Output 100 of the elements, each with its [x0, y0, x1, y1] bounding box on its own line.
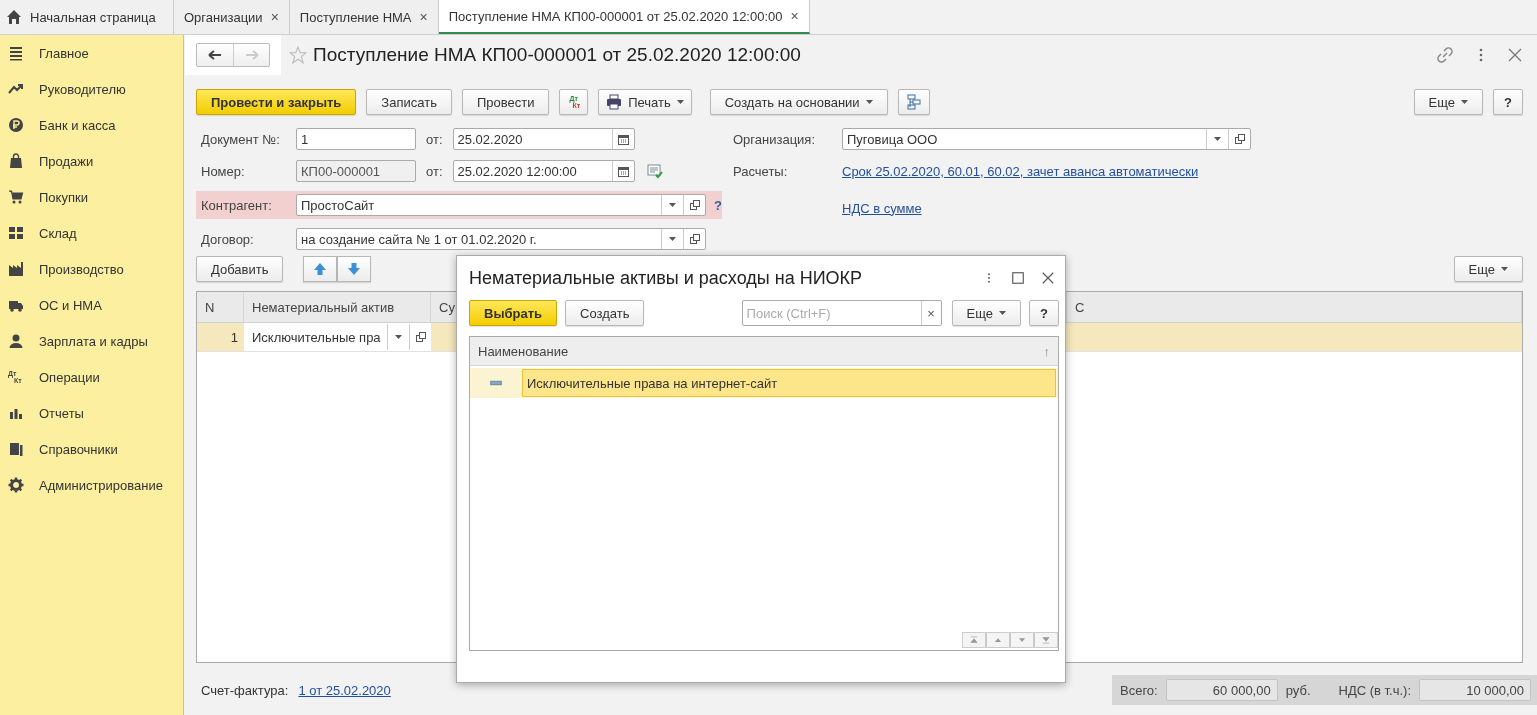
vat-field: 10 000,00: [1419, 679, 1531, 701]
sidebar-item[interactable]: Главное: [0, 35, 183, 71]
hierarchy-icon: [905, 94, 922, 110]
last-button[interactable]: [1034, 632, 1058, 648]
structure-button[interactable]: [897, 89, 930, 115]
add-button[interactable]: Добавить: [196, 256, 284, 282]
sidebar-item[interactable]: Отчеты: [0, 395, 183, 431]
previous-button[interactable]: [986, 632, 1010, 648]
caret-icon: [1214, 137, 1221, 141]
number-field[interactable]: 1: [296, 128, 416, 150]
sidebar-item[interactable]: Справочники: [0, 431, 183, 467]
select-button[interactable]: Выбрать: [469, 300, 558, 326]
column-header[interactable]: С: [1067, 292, 1522, 322]
caret-icon: [999, 311, 1007, 315]
field-label: Организация:: [733, 131, 817, 147]
table-cell: 1: [197, 323, 244, 351]
select-field[interactable]: на создание сайта № 1 от 01.02.2020 г.: [296, 228, 706, 250]
close-icon[interactable]: ×: [270, 9, 279, 25]
dialog-title: Нематериальные активы и расходы на НИОКР: [469, 267, 863, 289]
total-field: 60 000,00: [1165, 679, 1278, 701]
field-label: Номер:: [201, 163, 246, 179]
sidebar-item[interactable]: Склад: [0, 215, 183, 251]
field-label: НДС (в т.ч.):: [1338, 682, 1411, 698]
field-label: от:: [426, 163, 443, 179]
sidebar-item[interactable]: Производство: [0, 251, 183, 287]
select-field[interactable]: ПростоСайт: [296, 194, 706, 216]
field-label: Расчеты:: [733, 163, 789, 179]
column-header[interactable]: N: [197, 292, 244, 322]
column-header[interactable]: Нематериальный актив: [244, 292, 431, 322]
create-based-on-button[interactable]: Создать на основании: [709, 89, 888, 115]
open-icon: [1234, 134, 1245, 144]
menu-icon: [8, 45, 24, 61]
invoice-link[interactable]: 1 от 25.02.2020: [298, 682, 391, 698]
help-button[interactable]: ?: [1493, 89, 1523, 115]
caret-icon: [865, 100, 873, 104]
printer-icon: [606, 94, 623, 110]
settings-icon: [8, 477, 24, 493]
open-icon: [689, 200, 700, 210]
close-icon: [1041, 271, 1055, 285]
settlement-link[interactable]: НДС в сумме: [842, 200, 922, 216]
calendar-icon: [617, 165, 629, 177]
caret-icon: [669, 203, 676, 207]
tab[interactable]: Поступление НМА КП00-000001 от 25.02.2020 12:00:00 ×: [438, 0, 810, 34]
first-button[interactable]: [962, 632, 986, 648]
field-label: Контрагент:: [201, 197, 273, 213]
post-and-close-button[interactable]: Провести и закрыть: [196, 89, 357, 115]
back-arrow-icon: [207, 47, 223, 63]
cart-icon: [8, 189, 24, 205]
sidebar-item[interactable]: Зарплата и кадры: [0, 323, 183, 359]
close-icon[interactable]: ×: [790, 8, 799, 24]
caret-icon: [669, 237, 676, 241]
close-icon[interactable]: ×: [419, 9, 428, 25]
sort-indicator: ↑: [1043, 343, 1050, 359]
field-label: Счет-фактура:: [201, 682, 289, 698]
print-button[interactable]: Печать: [598, 89, 692, 115]
ruble-coin-icon: [8, 117, 24, 133]
organization-field[interactable]: Пуговица ООО: [842, 128, 1251, 150]
calendar-icon: [617, 133, 629, 145]
factory-icon: [8, 261, 24, 277]
caret-icon: [1501, 267, 1508, 271]
settlement-link[interactable]: Срок 25.02.2020, 60.01, 60.02, зачет аванса автоматически: [842, 163, 1199, 179]
star-icon: [289, 46, 307, 64]
help-button[interactable]: ?: [1029, 300, 1059, 326]
first-icon: [969, 635, 979, 645]
home-icon: [6, 9, 22, 25]
date-field[interactable]: 25.02.2020: [452, 128, 635, 150]
column-header[interactable]: Наименование: [478, 343, 569, 359]
sidebar-item[interactable]: ОС и НМА: [0, 287, 183, 323]
move-up-button[interactable]: [303, 256, 338, 282]
move-down-button[interactable]: [337, 256, 372, 282]
help-link[interactable]: ?: [714, 197, 722, 213]
open-icon: [415, 332, 426, 342]
sidebar-item[interactable]: Администрирование: [0, 467, 183, 503]
caret-icon: [395, 335, 402, 339]
field-label: Документ №:: [201, 131, 281, 147]
more-button[interactable]: Еще: [951, 300, 1022, 326]
search-field[interactable]: Поиск (Ctrl+F) ×: [741, 300, 942, 326]
bag-icon: [8, 153, 24, 169]
up-arrow-icon: [312, 261, 329, 277]
field-label: Всего:: [1120, 682, 1158, 698]
books-icon: [8, 441, 24, 457]
field-label: от:: [426, 131, 443, 147]
maximize-icon: [1011, 271, 1025, 285]
sidebar-item[interactable]: Продажи: [0, 143, 183, 179]
more-button[interactable]: Еще: [1453, 256, 1523, 282]
forward-arrow-icon: [243, 47, 260, 63]
person-icon: [8, 333, 24, 349]
clear-button[interactable]: ×: [920, 301, 941, 325]
sidebar-item[interactable]: Руководителю: [0, 71, 183, 107]
create-button[interactable]: Создать: [565, 300, 645, 326]
document-title: Поступление НМА КП00-000001 от 25.02.2020 12:00:00: [313, 44, 801, 66]
sidebar-item[interactable]: Банк и касса: [0, 107, 183, 143]
link-icon: [1437, 47, 1453, 63]
list-item[interactable]: Исключительные права на интернет-сайт: [522, 369, 1056, 397]
sidebar-item[interactable]: Покупки: [0, 179, 183, 215]
posted-document-icon: [646, 163, 663, 179]
toolbar-button[interactable]: Провести: [461, 89, 550, 115]
toolbar-button[interactable]: Записать: [366, 89, 452, 115]
more-button[interactable]: Еще: [1413, 89, 1484, 115]
next-button[interactable]: [1010, 632, 1034, 648]
